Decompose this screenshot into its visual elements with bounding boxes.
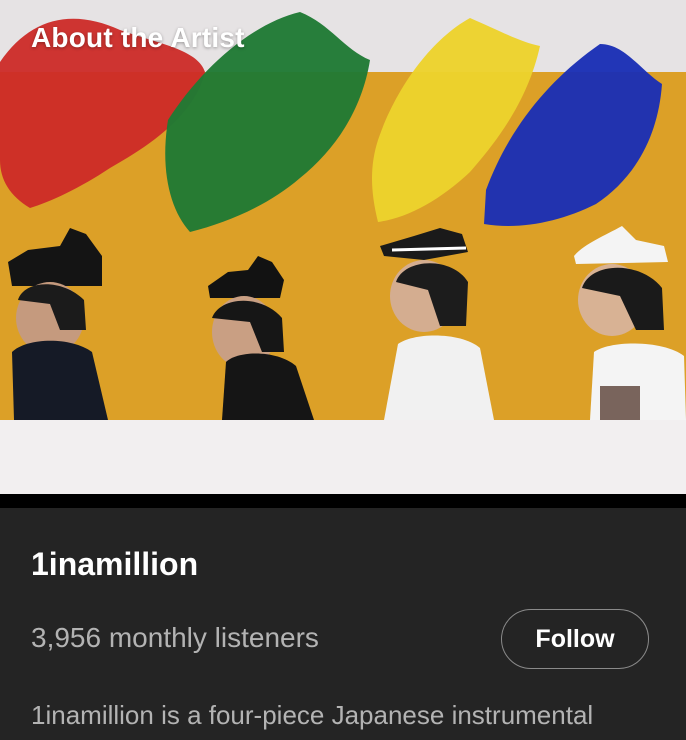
monthly-listeners: 3,956 monthly listeners — [31, 622, 319, 653]
artist-name[interactable]: 1inamillion — [31, 546, 198, 583]
artist-bio: 1inamillion is a four-piece Japanese ins… — [31, 700, 594, 730]
artist-photo — [0, 0, 686, 508]
artist-image: About the Artist — [0, 0, 686, 508]
section-title: About the Artist — [31, 22, 245, 53]
follow-button[interactable]: Follow — [501, 609, 649, 669]
about-artist-card[interactable]: About the Artist 1inamillion 3,956 month… — [0, 0, 686, 740]
